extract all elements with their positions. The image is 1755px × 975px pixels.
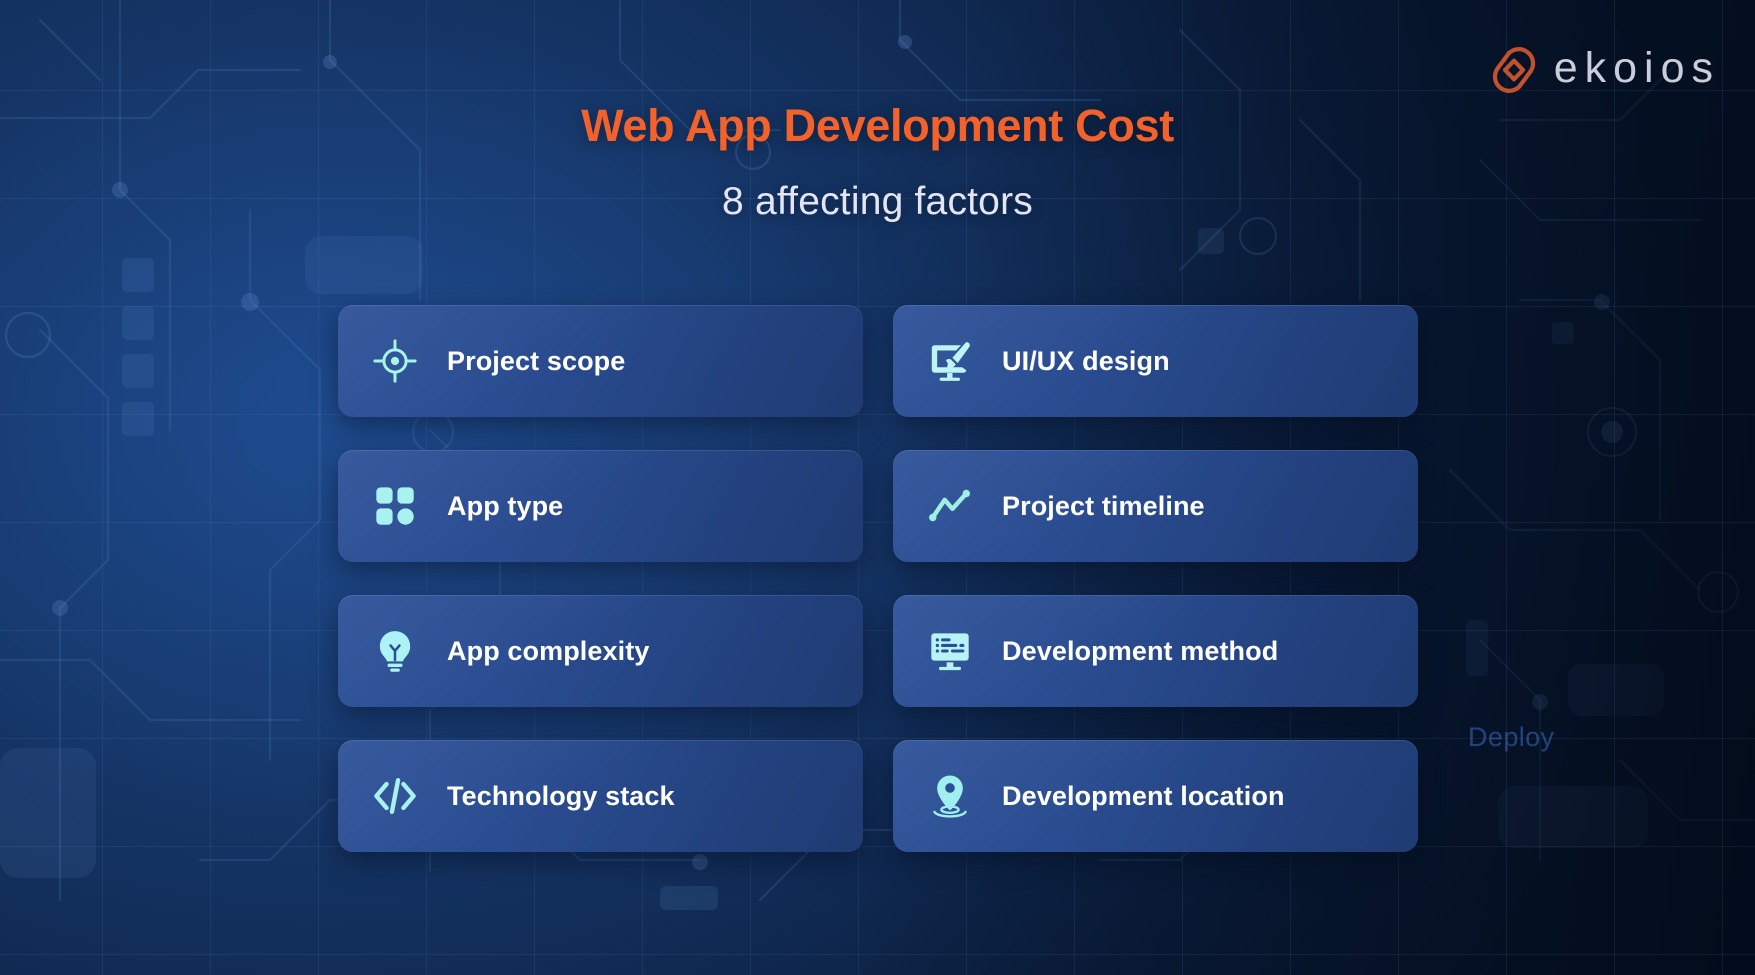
- factor-label: UI/UX design: [1002, 345, 1170, 376]
- factor-card-app-complexity[interactable]: App complexity: [338, 595, 863, 707]
- page-subtitle: 8 affecting factors: [722, 180, 1033, 223]
- map-pin-ripple-icon: [926, 772, 974, 820]
- factor-card-development-location[interactable]: Development location: [893, 740, 1418, 852]
- factor-label: Development method: [1002, 635, 1279, 666]
- page-title: Web App Development Cost: [581, 100, 1174, 151]
- ekoios-knot-icon: [1492, 47, 1535, 93]
- lightbulb-icon: [371, 627, 419, 675]
- factor-label: App type: [447, 490, 564, 521]
- trend-line-chart-icon: [926, 482, 974, 530]
- factor-label: App complexity: [447, 635, 650, 666]
- monitor-code-lines-icon: [926, 627, 974, 675]
- factor-label: Project timeline: [1002, 490, 1205, 521]
- monitor-paintbrush-icon: [926, 337, 974, 385]
- factor-label: Project scope: [447, 345, 626, 376]
- factor-label: Development location: [1002, 780, 1285, 811]
- brand-wordmark: ekoios: [1553, 44, 1720, 92]
- factor-card-ui-ux-design[interactable]: UI/UX design: [893, 305, 1418, 417]
- factor-card-grid: Project scope UI/UX design App type Proj…: [338, 305, 1418, 852]
- factor-card-development-method[interactable]: Development method: [893, 595, 1418, 707]
- factor-card-project-timeline[interactable]: Project timeline: [893, 450, 1418, 562]
- background-label-deploy: Deploy: [1468, 722, 1555, 752]
- factor-label: Technology stack: [447, 780, 675, 811]
- target-crosshair-icon: [371, 337, 419, 385]
- infographic-canvas: Deploy ekoios Web App Development Cost 8…: [0, 0, 1755, 975]
- factor-card-technology-stack[interactable]: Technology stack: [338, 740, 863, 852]
- grid-four-blocks-icon: [371, 482, 419, 530]
- factor-card-project-scope[interactable]: Project scope: [338, 305, 863, 417]
- factor-card-app-type[interactable]: App type: [338, 450, 863, 562]
- brand-logo[interactable]: ekoios: [1488, 44, 1720, 96]
- code-brackets-icon: [371, 772, 419, 820]
